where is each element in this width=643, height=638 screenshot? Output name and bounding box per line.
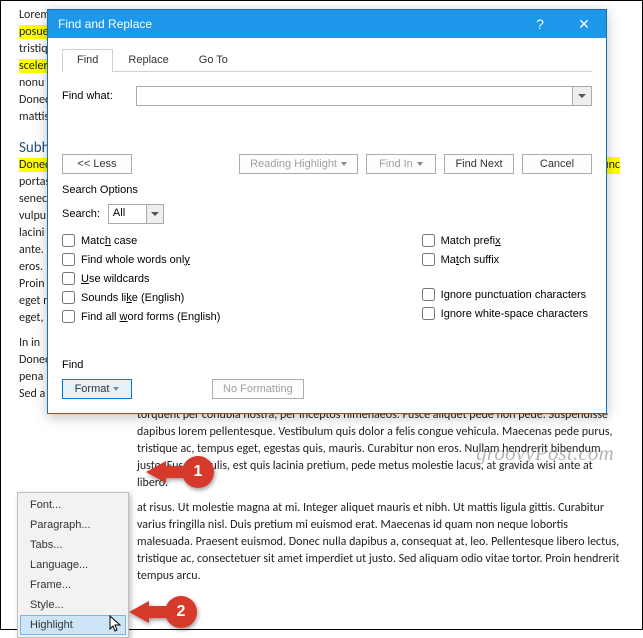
match-prefix-checkbox[interactable]: Match prefix — [422, 234, 588, 247]
tab-find[interactable]: Find — [62, 49, 113, 72]
dialog-title: Find and Replace — [58, 17, 152, 31]
find-label: Find — [62, 359, 592, 371]
reading-highlight-button[interactable]: Reading Highlight — [239, 154, 358, 174]
menu-item-font[interactable]: Font... — [20, 495, 126, 515]
whole-words-checkbox[interactable]: Find whole words only — [62, 253, 220, 266]
find-in-button[interactable]: Find In — [366, 154, 436, 174]
tab-replace[interactable]: Replace — [113, 49, 183, 72]
help-button[interactable]: ? — [518, 10, 562, 38]
watermark: groovyPost.com — [476, 441, 614, 466]
tabs: Find Replace Go To — [62, 48, 592, 72]
search-direction-combo[interactable]: All — [108, 204, 164, 224]
menu-item-frame[interactable]: Frame... — [20, 575, 126, 595]
wildcards-checkbox[interactable]: Use wildcards — [62, 272, 220, 285]
find-what-input[interactable] — [136, 86, 592, 106]
annotation-2: 2 — [129, 596, 197, 628]
match-case-checkbox[interactable]: Match case — [62, 234, 220, 247]
menu-item-style[interactable]: Style... — [20, 595, 126, 615]
menu-item-language[interactable]: Language... — [20, 555, 126, 575]
less-button[interactable]: << Less — [62, 154, 132, 174]
no-formatting-button[interactable]: No Formatting — [212, 379, 304, 399]
search-label: Search: — [62, 208, 100, 220]
cancel-button[interactable]: Cancel — [522, 154, 592, 174]
annotation-1: 1 — [146, 456, 214, 488]
tab-goto[interactable]: Go To — [184, 49, 243, 72]
find-next-button[interactable]: Find Next — [444, 154, 514, 174]
titlebar[interactable]: Find and Replace ? ✕ — [48, 10, 606, 38]
search-options-label: Search Options — [62, 184, 592, 196]
word-forms-checkbox[interactable]: Find all word forms (English) — [62, 310, 220, 323]
cursor-icon — [109, 615, 123, 637]
ignore-punct-checkbox[interactable]: Ignore punctuation characters — [422, 288, 588, 301]
close-button[interactable]: ✕ — [562, 10, 606, 38]
format-button[interactable]: Format — [62, 379, 132, 399]
find-and-replace-dialog: Find and Replace ? ✕ Find Replace Go To … — [47, 9, 607, 414]
menu-item-tabs[interactable]: Tabs... — [20, 535, 126, 555]
find-what-label: Find what: — [62, 90, 136, 102]
sounds-like-checkbox[interactable]: Sounds like (English) — [62, 291, 220, 304]
match-suffix-checkbox[interactable]: Match suffix — [422, 253, 588, 266]
menu-item-paragraph[interactable]: Paragraph... — [20, 515, 126, 535]
ignore-white-checkbox[interactable]: Ignore white-space characters — [422, 307, 588, 320]
